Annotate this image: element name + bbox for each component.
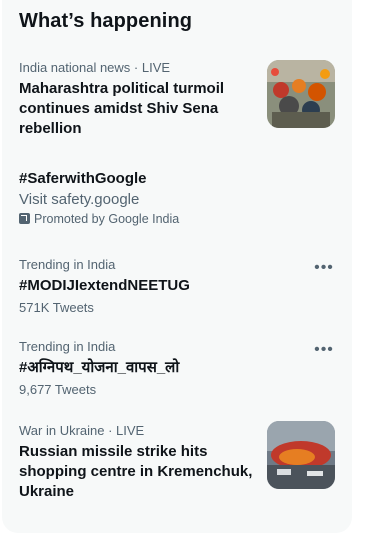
crowd-photo-image <box>267 60 335 128</box>
crowd-photo[interactable] <box>267 60 335 128</box>
external-arrow-icon <box>19 213 30 224</box>
trend-item-neetug[interactable]: Trending in India #MODIJIextendNEETUG 57… <box>19 257 344 315</box>
tweet-count: 9,677 Tweets <box>19 382 97 397</box>
trend-headline: #MODIJIextendNEETUG <box>19 277 190 294</box>
fire-photo[interactable] <box>267 421 335 489</box>
trend-headline: #SaferwithGoogle <box>19 170 147 187</box>
trend-headline: #अग्निपथ_योजना_वापस_लो <box>19 359 180 376</box>
promoted-trend-google[interactable]: #SaferwithGoogle Visit safety.google Pro… <box>19 169 344 226</box>
section-title: What’s happening <box>19 10 193 32</box>
trend-item-agnipath[interactable]: Trending in India #अग्निपथ_योजना_वापस_लो… <box>19 339 344 397</box>
trend-meta: Trending in India <box>19 257 116 272</box>
fire-photo-image <box>267 421 335 489</box>
trend-headline: Russian missile strike hits shopping cen… <box>19 443 253 500</box>
promoted-label: Promoted by Google India <box>19 212 344 226</box>
trend-meta: Trending in India <box>19 339 116 354</box>
whats-happening-panel: What’s happening India national news · L… <box>2 0 352 533</box>
tweet-count: 571K Tweets <box>19 300 94 315</box>
more-icon[interactable]: ••• <box>314 341 333 359</box>
trend-headline: Maharashtra political turmoil continues … <box>19 80 225 137</box>
more-icon[interactable]: ••• <box>314 259 333 277</box>
promoted-text: Promoted by Google India <box>34 212 180 226</box>
promoted-subtitle: Visit safety.google <box>19 191 140 208</box>
